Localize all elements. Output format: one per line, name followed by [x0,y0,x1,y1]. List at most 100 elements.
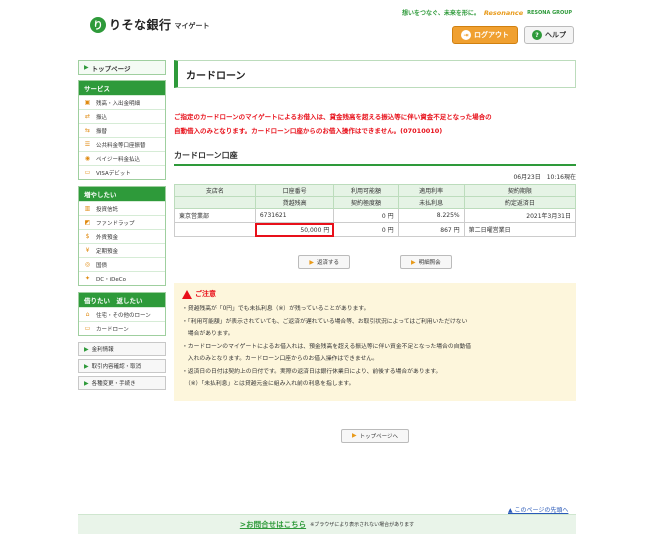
account-number: 6731621 [254,208,335,223]
chart-icon: ◩ [84,219,91,226]
caution-line: ・「利用可能額」が表示されていても、ご返済が遅れている場合等、お取引状況によって… [182,318,468,325]
yen-icon: ¥ [85,247,90,254]
repayment-day: 第二日曜営業日 [463,222,577,237]
sidebar-item-time-deposit[interactable]: ¥ 定期預金 [79,243,165,257]
group-label: RESONA GROUP [527,9,572,16]
overdraft-balance: 50,000 円 [254,222,335,237]
sidebar-item-label: 振込 [96,114,108,121]
table-header: 契約極度額 [333,196,399,209]
sidebar-item-payeasy[interactable]: ◉ ペイジー料金払込 [79,151,165,165]
bond-icon: ◎ [84,261,91,268]
arrow-right-icon: ▶ [309,258,314,266]
table-header: 適用利率 [397,184,465,197]
sidebar-item-label: 国債 [96,262,108,269]
menu-group-service: サービス ▣ 残高・入出金明細 ⇄ 振込 ⇆ 振替 ☰ 公共料金等口座振替 ◉ ペイジー料… [78,80,166,180]
arrow-right-icon: ▶ [84,362,89,370]
sidebar-link-label: 金利情報 [91,347,114,353]
receipt-icon: ☰ [84,141,91,148]
contract-expiry: 2021年3月31日 [463,208,577,223]
sidebar-item-fund-wrap[interactable]: ◩ ファンドラップ [79,215,165,229]
credit-limit: 0 円 [333,222,399,237]
repay-button[interactable]: ▶ 返済する [298,255,350,269]
sidebar-item-internal-transfer[interactable]: ⇆ 振替 [79,123,165,137]
sidebar-item-visa-debit[interactable]: ▭ VISAデビット [79,165,165,179]
inquiry-link[interactable]: >お問合せはこちら [240,519,306,530]
table-header: 口座番号 [254,184,335,197]
sidebar-item-label: 住宅・その他のローン [96,312,151,319]
sidebar-link-transactions[interactable]: ▶ 取引内容確認・取消 [78,359,166,373]
transfer-icon: ⇄ [84,113,91,120]
sidebar: ▶ トップページ サービス ▣ 残高・入出金明細 ⇄ 振込 ⇆ 振替 ☰ 公共料金等口座… [78,60,166,393]
table-header-row: 貸越残高 契約極度額 未払利息 約定返済日 [174,196,577,209]
help-button[interactable]: ? ヘルプ [524,26,574,44]
caution-line: 入れのみとなります。カードローン口座からのお借入操作はできません。 [182,356,378,362]
resona-logo[interactable]: り りそな銀行 マイゲート [90,16,210,33]
caution-line: ・貸越残高が「0円」でも未払利息（※）が残っていることがあります。 [182,306,370,312]
page-title: カードローン [174,60,576,88]
sidebar-item-transfer[interactable]: ⇄ 振込 [79,109,165,123]
sidebar-link-rates[interactable]: ▶ 金利情報 [78,342,166,356]
table-header: 未払利息 [397,196,465,209]
sidebar-item-investment-trust[interactable]: ▥ 投資信託 [79,201,165,215]
caution-title: ご注意 [182,289,568,299]
page-top-link[interactable]: ▲ このページの先頭へ [508,505,568,514]
menu-group-increase: 増やしたい ▥ 投資信託 ◩ ファンドラップ $ 外貨預金 ¥ 定期預金 ◎ 国債 ✦ DC… [78,186,166,286]
dollar-icon: $ [85,233,90,240]
warning-icon [182,289,192,299]
sidebar-link-label: 各種変更・手続き [91,381,136,387]
sidebar-item-balance[interactable]: ▣ 残高・入出金明細 [79,95,165,109]
notice-message: ご指定のカードローンのマイゲートによるお借入は、貸金残高を超える振込等に伴い資金… [174,110,576,138]
sidebar-item-dc-ideco[interactable]: ✦ DC・iDeCo [79,271,165,285]
sidebar-item-foreign-deposit[interactable]: $ 外貨預金 [79,229,165,243]
sidebar-top-page-label: トップページ [91,64,131,73]
loan-account-table: 支店名 口座番号 利用可能額 適用利率 契約期限 貸越残高 契約極度額 未払利息… [174,184,577,237]
notice-line: ご指定のカードローンのマイゲートによるお借入は、貸金残高を超える振込等に伴い資金… [174,113,492,121]
unpaid-interest: 867 円 [397,222,465,237]
sidebar-item-card-loan[interactable]: ▭ カードローン [79,321,165,335]
sidebar-item-loans[interactable]: ⌂ 住宅・その他のローン [79,307,165,321]
caution-line: （※）「未払利息」とは貸越元金に組み入れ前の利息を指します。 [182,381,355,387]
arrow-right-icon: ▶ [351,432,357,439]
menu-head-increase: 増やしたい [79,187,165,201]
footer: >お問合せはこちら ※ブラウザにより表示されない場合があります [78,514,576,534]
sidebar-item-label: ファンドラップ [96,220,135,227]
top-page-button[interactable]: ▶ トップページへ [340,428,409,443]
arrow-right-icon: ▶ [84,379,89,387]
tagline-brand: Resonance [483,8,524,17]
logo-subtext: マイゲート [174,22,210,30]
table-header-blank [174,196,256,209]
sidebar-top-page[interactable]: ▶ トップページ [78,60,166,75]
logout-icon: ⇥ [461,30,471,40]
sidebar-item-label: VISAデビット [96,170,131,177]
sidebar-item-label: 振替 [96,128,108,135]
caution-box: ご注意 ・貸越残高が「0円」でも未払利息（※）が残っていることがあります。 ・「… [174,283,576,401]
sidebar-item-jgb[interactable]: ◎ 国債 [79,257,165,271]
section-title: カードローン口座 [174,150,576,166]
swap-icon: ⇆ [84,127,91,134]
table-row: 50,000 円 0 円 867 円 第二日曜営業日 [174,222,577,237]
sidebar-link-procedures[interactable]: ▶ 各種変更・手続き [78,376,166,390]
statement-button[interactable]: ▶ 明細照会 [400,255,452,269]
tagline-text: 想いをつなぐ、未来を形に。 [402,10,480,17]
logo-text: りそな銀行 [109,18,172,32]
sidebar-item-label: 残高・入出金明細 [96,100,141,107]
payment-icon: ◉ [84,155,91,162]
arrow-right-icon: ▶ [411,258,416,266]
top-page-row: ▶ トップページへ [174,428,576,443]
house-icon: ⌂ [85,311,90,318]
tagline: 想いをつなぐ、未来を形に。 Resonance RESONA GROUP [402,8,572,18]
caution-line: 場合があります。 [182,331,234,337]
table-header: 支店名 [174,184,256,197]
sidebar-link-label: 取引内容確認・取消 [91,364,142,370]
sidebar-item-label: 投資信託 [96,206,119,213]
notice-line: 自動借入のみとなります。カードローン口座からのお借入操作はできません。(0701… [174,127,443,135]
table-row: 東京営業部 6731621 0 円 8.225% 2021年3月31日 [174,208,577,223]
sidebar-item-label: カードローン [96,326,129,333]
caution-title-text: ご注意 [195,290,216,298]
logout-button[interactable]: ⇥ ログアウト [452,26,518,44]
bar-chart-icon: ▥ [84,205,91,212]
header: り りそな銀行 マイゲート 想いをつなぐ、未来を形に。 Resonance RE… [78,6,576,54]
sidebar-item-utility[interactable]: ☰ 公共料金等口座振替 [79,137,165,151]
caution-line: ・返済日の日付は契約上の日付です。実際の返済日は銀行休業日により、前後する場合が… [182,368,442,375]
sidebar-item-label: 定期預金 [96,248,119,255]
